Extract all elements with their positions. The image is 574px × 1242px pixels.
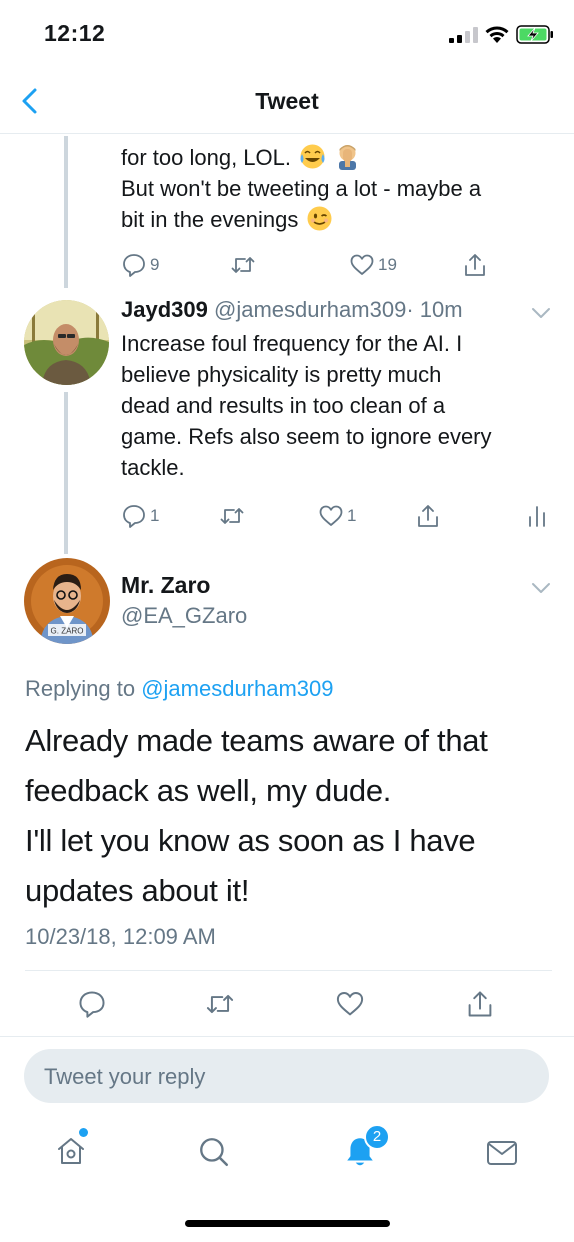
analytics-button[interactable] — [524, 503, 550, 529]
reply-button[interactable]: 1 — [121, 503, 159, 529]
reply-icon — [123, 254, 145, 277]
reply-placeholder: Tweet your reply — [44, 1064, 206, 1089]
divider — [0, 1036, 574, 1037]
tweet-line: Already made teams aware of that — [25, 723, 488, 758]
main-tweet-text: Already made teams aware of that feedbac… — [25, 716, 555, 916]
avatar-photo-icon — [24, 300, 109, 385]
divider — [25, 970, 552, 971]
battery-charging-icon — [516, 25, 553, 44]
tweet-line: tackle. — [121, 455, 185, 480]
retweet-button[interactable] — [205, 989, 235, 1019]
tweet-text: for too long, LOL. But won't be tweeting… — [121, 142, 551, 235]
status-time: 12:12 — [44, 20, 106, 46]
tears-of-joy-emoji-icon — [300, 144, 325, 169]
tweet-text: Increase foul frequency for the AI. I be… — [121, 328, 551, 483]
retweet-button[interactable] — [219, 503, 245, 529]
retweet-button[interactable] — [230, 252, 256, 278]
author-handle[interactable]: @EA_GZaro — [121, 603, 247, 629]
tweet-line: I'll let you know as soon as I have — [25, 823, 476, 858]
replying-to: Replying to @jamesdurham309 — [25, 676, 334, 702]
retweet-icon — [231, 257, 255, 273]
reply-icon — [123, 505, 145, 528]
share-icon — [468, 991, 492, 1017]
messages-tab-icon[interactable] — [485, 1137, 519, 1169]
reply-input[interactable]: Tweet your reply — [24, 1049, 549, 1103]
page-title: Tweet — [255, 88, 319, 114]
cellular-signal-icon — [449, 27, 478, 43]
tweet-line: But won't be tweeting a lot - maybe a — [121, 176, 482, 201]
status-bar: 12:12 — [0, 0, 574, 66]
avatar[interactable]: G. ZARO — [24, 558, 110, 644]
tweet-line: bit in the evenings — [121, 207, 299, 232]
facepalm-emoji-icon — [339, 145, 357, 170]
reply-button[interactable]: 9 — [121, 252, 159, 278]
author-name[interactable]: Jayd309 — [121, 297, 208, 322]
heart-icon — [319, 505, 343, 526]
winking-face-emoji-icon — [307, 206, 332, 231]
tweet-line: for too long, LOL. — [121, 145, 291, 170]
avatar-photo-icon: G. ZARO — [24, 558, 110, 644]
home-tab-icon[interactable] — [55, 1135, 87, 1167]
heart-icon — [336, 992, 364, 1016]
share-icon — [418, 505, 438, 527]
avatar-caption: G. ZARO — [51, 627, 84, 636]
nav-bar: Tweet — [0, 66, 574, 134]
home-indicator-bar[interactable] — [185, 1220, 390, 1227]
chevron-down-icon[interactable] — [530, 306, 552, 320]
tweet-timestamp: 10/23/18, 12:09 AM — [25, 924, 216, 949]
like-count: 19 — [378, 255, 397, 274]
like-button[interactable]: 1 — [318, 503, 356, 529]
avatar[interactable] — [24, 300, 109, 385]
share-button[interactable] — [462, 252, 488, 278]
retweet-icon — [220, 508, 244, 524]
like-button[interactable] — [335, 989, 365, 1019]
replying-prefix: Replying to — [25, 676, 142, 701]
author-handle[interactable]: @jamesdurham309 — [214, 297, 406, 322]
thread-connector — [64, 392, 68, 554]
search-tab-icon[interactable] — [197, 1135, 231, 1169]
replying-to-link[interactable]: @jamesdurham309 — [141, 676, 333, 701]
reply-count: 9 — [150, 255, 160, 274]
tweet-line: game. Refs also seem to ignore every — [121, 424, 492, 449]
share-icon — [465, 254, 485, 276]
tweet-line: believe physicality is pretty much — [121, 362, 442, 387]
analytics-icon — [529, 506, 545, 527]
wifi-icon — [485, 26, 509, 43]
tweet-time: · 10m — [406, 297, 463, 322]
share-button[interactable] — [465, 989, 495, 1019]
tweet-line: feedback as well, my dude. — [25, 773, 392, 808]
like-count: 1 — [347, 506, 357, 525]
author-name[interactable]: Mr. Zaro — [121, 572, 210, 599]
heart-icon — [350, 254, 374, 275]
retweet-icon — [206, 994, 234, 1014]
chevron-down-icon[interactable] — [530, 581, 552, 595]
like-button[interactable]: 19 — [349, 252, 397, 278]
tweet-line: updates about it! — [25, 873, 250, 908]
reply-button[interactable] — [77, 989, 107, 1019]
home-new-indicator — [79, 1128, 88, 1137]
reply-icon — [79, 991, 105, 1018]
notification-badge: 2 — [364, 1124, 390, 1150]
thread-connector — [64, 136, 68, 288]
share-button[interactable] — [415, 503, 441, 529]
tweet-line: dead and results in too clean of a — [121, 393, 446, 418]
tweet-line: Increase foul frequency for the AI. I — [121, 331, 463, 356]
reply-count: 1 — [150, 506, 160, 525]
tweet-author-line: Jayd309 @jamesdurham309· 10m — [121, 297, 463, 323]
